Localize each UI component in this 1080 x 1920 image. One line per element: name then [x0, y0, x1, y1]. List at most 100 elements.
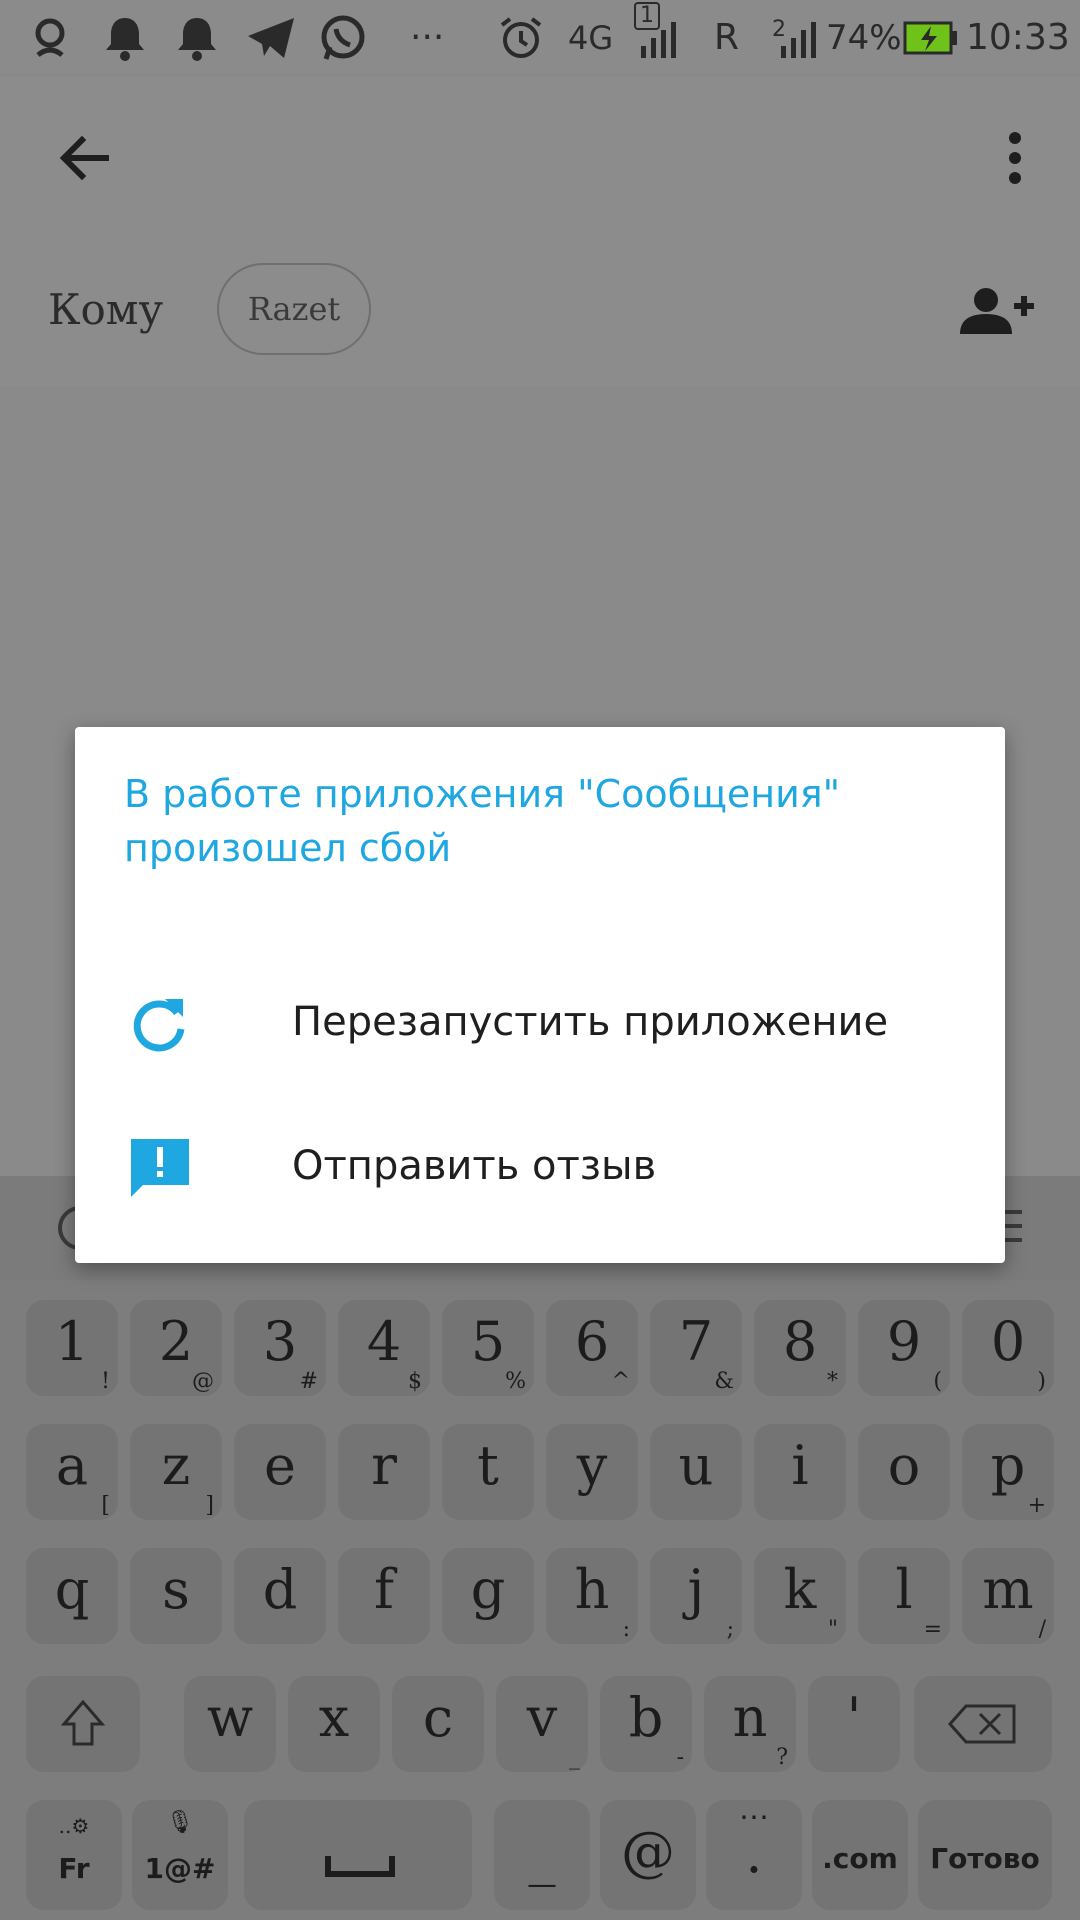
key-e[interactable]: e: [234, 1424, 326, 1520]
key-h[interactable]: h:: [546, 1548, 638, 1644]
key-n[interactable]: n?: [704, 1676, 796, 1772]
key-8[interactable]: 8 *: [754, 1300, 846, 1396]
key-1[interactable]: 1!: [26, 1300, 118, 1396]
bell-icon: [100, 10, 150, 66]
shift-key[interactable]: [26, 1676, 140, 1772]
key-b[interactable]: b-: [600, 1676, 692, 1772]
key-label: s: [162, 1558, 190, 1621]
done-key[interactable]: Готово: [918, 1800, 1052, 1910]
key-j[interactable]: j;: [650, 1548, 742, 1644]
key-a[interactable]: a[: [26, 1424, 118, 1520]
bell-icon: [172, 10, 222, 66]
dotcom-key[interactable]: .com: [812, 1800, 908, 1910]
key-0[interactable]: 0): [962, 1300, 1054, 1396]
key-secondary-label: ): [1037, 1369, 1046, 1394]
key-label: 6: [574, 1310, 610, 1373]
key-label: a: [55, 1434, 89, 1497]
restart-app-option[interactable]: Перезапустить приложение: [75, 959, 1005, 1099]
key-q[interactable]: q: [26, 1548, 118, 1644]
key-9[interactable]: 9(: [858, 1300, 950, 1396]
key-label: i: [791, 1434, 809, 1497]
more-options-icon[interactable]: [1000, 130, 1030, 186]
key-label: 2: [158, 1310, 194, 1373]
key-secondary-label: @: [192, 1369, 214, 1394]
key-label: x: [318, 1686, 350, 1749]
key-u[interactable]: u: [650, 1424, 742, 1520]
key-g[interactable]: g: [442, 1548, 534, 1644]
key-label: p: [990, 1434, 1026, 1497]
overflow-indicator: ···: [410, 17, 445, 58]
key-secondary-label: :: [622, 1617, 630, 1642]
recipient-chip[interactable]: Razet: [217, 263, 371, 355]
send-feedback-option[interactable]: Отправить отзыв: [75, 1103, 1005, 1243]
key-secondary-label: =: [923, 1617, 942, 1642]
key-w[interactable]: w: [184, 1676, 276, 1772]
key-secondary-label: #: [299, 1369, 318, 1394]
key-4[interactable]: 4 $: [338, 1300, 430, 1396]
key-label: 8: [782, 1310, 818, 1373]
key-c[interactable]: c: [392, 1676, 484, 1772]
key-y[interactable]: y: [546, 1424, 638, 1520]
key-5[interactable]: 5%: [442, 1300, 534, 1396]
symbols-key[interactable]: 🎙 1@#: [132, 1800, 228, 1910]
key-label: t: [477, 1434, 499, 1497]
key-secondary-label: $: [408, 1369, 422, 1394]
dialog-title: В работе приложения "Сообщения" произоше…: [124, 772, 841, 870]
key-secondary-label: ": [827, 1617, 838, 1642]
key-d[interactable]: d: [234, 1548, 326, 1644]
dot-key[interactable]: ⋯ .: [706, 1800, 802, 1910]
key-label: 0: [990, 1310, 1026, 1373]
key-label: b: [628, 1686, 664, 1749]
key-label: v: [526, 1686, 558, 1749]
key-6[interactable]: 6 ^: [546, 1300, 638, 1396]
backspace-key[interactable]: [914, 1676, 1052, 1772]
key-label: o: [887, 1434, 921, 1497]
key-label: w: [206, 1686, 254, 1749]
key-i[interactable]: i: [754, 1424, 846, 1520]
key-label: e: [264, 1434, 296, 1497]
key-label: z: [161, 1434, 191, 1497]
signal-icon: [636, 10, 682, 66]
symbols-key-label: 1@#: [144, 1852, 216, 1885]
app-notification-icon: [28, 10, 78, 66]
telegram-icon: [244, 10, 298, 66]
key-secondary-label: _: [569, 1745, 580, 1770]
key-t[interactable]: t: [442, 1424, 534, 1520]
key-secondary-label: !: [101, 1369, 110, 1394]
language-key[interactable]: ..⚙ Fr: [26, 1800, 122, 1910]
key-3[interactable]: 3 #: [234, 1300, 326, 1396]
add-contact-icon[interactable]: [956, 284, 1036, 340]
roaming-indicator: R: [714, 17, 740, 58]
microphone-icon: 🎙: [166, 1810, 194, 1835]
space-key[interactable]: [244, 1800, 472, 1910]
key-apostrophe[interactable]: ': [808, 1676, 900, 1772]
key-secondary-label: &: [714, 1369, 734, 1394]
key-m[interactable]: m /: [962, 1548, 1054, 1644]
key-secondary-label: ^: [611, 1369, 630, 1394]
key-k[interactable]: k ": [754, 1548, 846, 1644]
key-label: 5: [470, 1310, 506, 1373]
key-label: l: [895, 1558, 913, 1621]
key-f[interactable]: f: [338, 1548, 430, 1644]
key-secondary-label: -: [676, 1745, 684, 1770]
key-z[interactable]: z]: [130, 1424, 222, 1520]
key-label: ': [846, 1686, 862, 1749]
key-label: 9: [886, 1310, 922, 1373]
key-secondary-label: ?: [776, 1745, 788, 1770]
back-arrow-icon[interactable]: [54, 128, 114, 188]
key-s[interactable]: s: [130, 1548, 222, 1644]
key-l[interactable]: l =: [858, 1548, 950, 1644]
key-o[interactable]: o: [858, 1424, 950, 1520]
send-feedback-label: Отправить отзыв: [292, 1143, 657, 1189]
key-v[interactable]: v _: [496, 1676, 588, 1772]
at-key[interactable]: @: [600, 1800, 696, 1910]
key-2[interactable]: 2 @: [130, 1300, 222, 1396]
key-label: c: [422, 1686, 454, 1749]
key-label: g: [470, 1558, 506, 1621]
key-7[interactable]: 7 &: [650, 1300, 742, 1396]
underscore-key[interactable]: _: [494, 1800, 590, 1910]
key-p[interactable]: p +: [962, 1424, 1054, 1520]
network-type: 4G: [568, 19, 614, 57]
key-x[interactable]: x: [288, 1676, 380, 1772]
key-r[interactable]: r: [338, 1424, 430, 1520]
